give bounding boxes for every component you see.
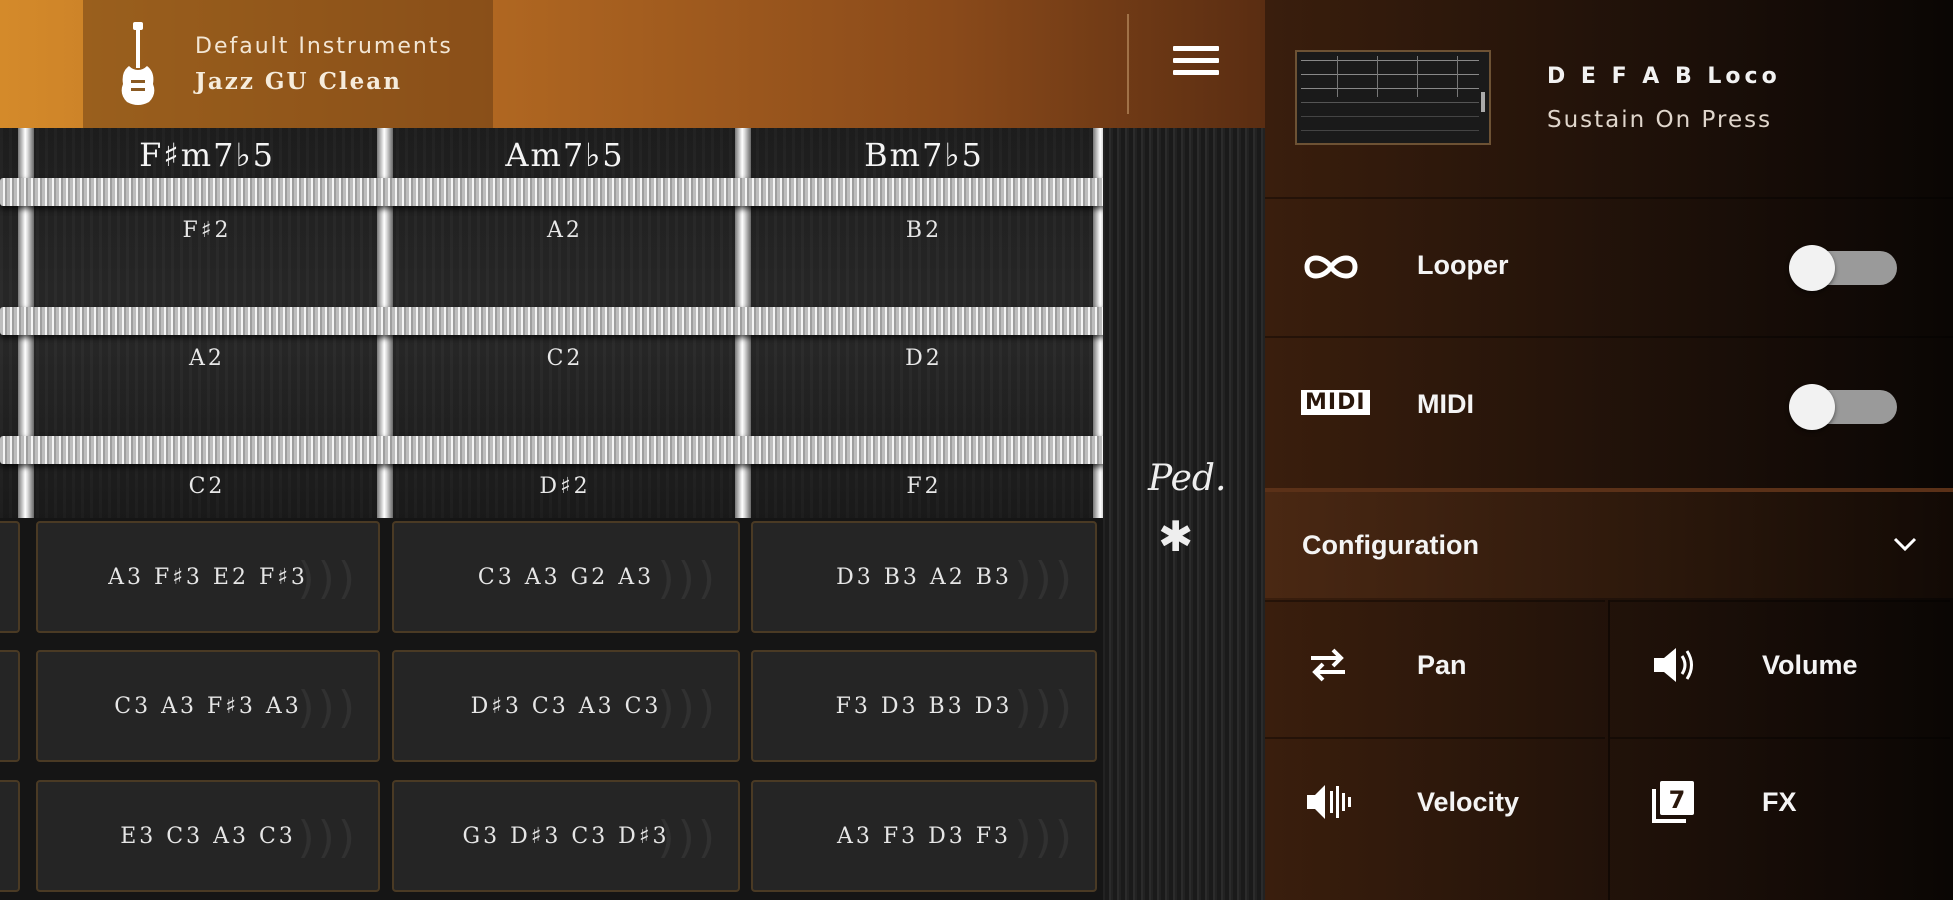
chord-name: Bm7♭5 — [864, 136, 984, 174]
volume-label: Volume — [1762, 650, 1858, 680]
chord-pad[interactable]: D3 B3 A2 B3 — [751, 521, 1097, 633]
fx-icon: 7 — [1652, 781, 1694, 823]
instrument-selector[interactable]: Default Instruments Jazz GU Clean — [83, 0, 493, 128]
pedal-release-icon[interactable]: ✱ — [1158, 512, 1193, 561]
guitar-string[interactable] — [0, 436, 1105, 464]
speaker-icon — [1654, 648, 1693, 682]
string-note[interactable]: C2 — [37, 474, 377, 499]
top-bar: Default Instruments Jazz GU Clean — [0, 0, 1265, 128]
string-note[interactable]: F2 — [754, 474, 1094, 499]
pan-button[interactable]: Pan — [1265, 600, 1605, 735]
velocity-button[interactable]: Velocity — [1265, 737, 1605, 872]
velocity-speaker-icon — [1307, 785, 1351, 819]
chord-pad[interactable]: C3 A3 G2 A3 — [392, 521, 740, 633]
config-grid-divider — [1608, 600, 1610, 900]
preset-name: D E F A B Loco — [1547, 64, 1781, 89]
velocity-label: Velocity — [1417, 787, 1520, 817]
configuration-section-header[interactable]: Configuration — [1265, 488, 1953, 598]
chord-pad-partial[interactable] — [0, 521, 20, 633]
midi-icon: MIDI — [1301, 390, 1370, 415]
chord-pad[interactable]: G3 D♯3 C3 D♯3 — [392, 780, 740, 892]
preset-thumbnail — [1295, 50, 1491, 145]
guitar-string[interactable] — [0, 307, 1105, 335]
string-note[interactable]: A2 — [395, 218, 735, 243]
looper-toggle[interactable] — [1789, 245, 1897, 291]
settings-panel: D E F A B Loco Sustain On Press Looper M… — [1265, 0, 1953, 900]
chord-name: F♯m7♭5 — [139, 136, 275, 174]
string-note[interactable]: D2 — [754, 346, 1094, 371]
svg-text:7: 7 — [1669, 786, 1686, 814]
instrument-category: Default Instruments — [195, 34, 453, 59]
pan-label: Pan — [1417, 650, 1467, 680]
chord-pad[interactable]: E3 C3 A3 C3 — [36, 780, 380, 892]
string-note[interactable]: D♯2 — [395, 474, 735, 499]
chord-pad[interactable]: A3 F♯3 E2 F♯3 — [36, 521, 380, 633]
string-note[interactable]: C2 — [395, 346, 735, 371]
configuration-label: Configuration — [1302, 530, 1479, 560]
looper-row: Looper — [1265, 197, 1953, 335]
sustain-pedal-icon[interactable]: Ped. — [1148, 458, 1226, 499]
string-note[interactable]: F♯2 — [37, 218, 377, 243]
string-note[interactable]: A2 — [37, 346, 377, 371]
midi-toggle[interactable] — [1789, 384, 1897, 430]
string-note[interactable]: B2 — [754, 218, 1094, 243]
guitar-icon — [121, 22, 155, 105]
preset-mode: Sustain On Press — [1547, 107, 1773, 133]
chevron-down-icon[interactable] — [1891, 530, 1919, 558]
chord-pad[interactable]: A3 F3 D3 F3 — [751, 780, 1097, 892]
chord-pad[interactable]: F3 D3 B3 D3 — [751, 650, 1097, 762]
fx-button[interactable]: 7 FX — [1610, 737, 1950, 872]
fx-label: FX — [1762, 787, 1797, 817]
hamburger-menu-icon[interactable] — [1173, 46, 1219, 82]
midi-row: MIDI MIDI — [1265, 336, 1953, 474]
infinity-icon — [1304, 255, 1358, 279]
fretboard: F♯m7♭5 Am7♭5 Bm7♭5 F♯2 A2 B2 A2 C2 D2 C2… — [0, 128, 1265, 520]
chord-pad-partial[interactable] — [0, 780, 20, 892]
guitar-string[interactable] — [0, 178, 1105, 206]
preset-header[interactable]: D E F A B Loco Sustain On Press — [1265, 0, 1953, 195]
chord-pads: A3 F♯3 E2 F♯3 C3 A3 G2 A3 D3 B3 A2 B3 C3… — [0, 518, 1103, 900]
swap-arrows-icon — [1311, 648, 1345, 682]
chord-pad[interactable]: D♯3 C3 A3 C3 — [392, 650, 740, 762]
volume-button[interactable]: Volume — [1610, 600, 1950, 735]
instrument-name: Jazz GU Clean — [195, 68, 402, 95]
looper-label: Looper — [1417, 250, 1509, 280]
topbar-divider — [1127, 14, 1129, 114]
chord-name: Am7♭5 — [505, 136, 625, 174]
chord-pad-partial[interactable] — [0, 650, 20, 762]
chord-pad[interactable]: C3 A3 F♯3 A3 — [36, 650, 380, 762]
midi-label: MIDI — [1417, 389, 1474, 419]
